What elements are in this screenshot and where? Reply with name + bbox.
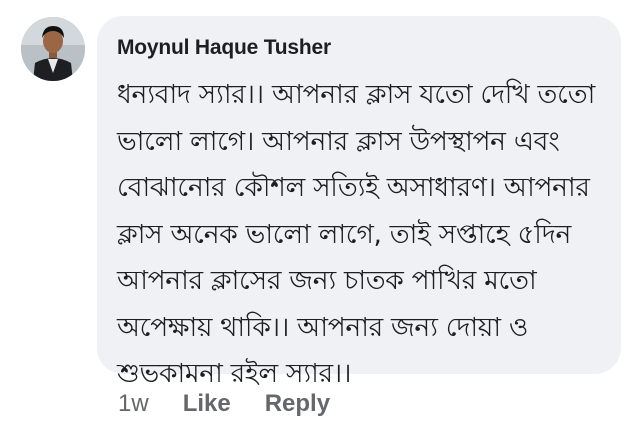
comment-author[interactable]: Moynul Haque Tusher (117, 34, 603, 62)
comment-actions: 1w Like Reply (118, 386, 364, 422)
comment-bubble: Moynul Haque Tusher ধন্যবাদ স্যার।। আপনা… (97, 16, 621, 389)
comment-text: ধন্যবাদ স্যার।। আপনার ক্লাস যতো দেখি ততো… (117, 79, 596, 389)
avatar[interactable] (21, 17, 85, 81)
reply-button[interactable]: Reply (265, 390, 330, 418)
comment-timestamp[interactable]: 1w (118, 390, 149, 418)
like-button[interactable]: Like (183, 390, 231, 418)
profile-photo (21, 17, 85, 81)
